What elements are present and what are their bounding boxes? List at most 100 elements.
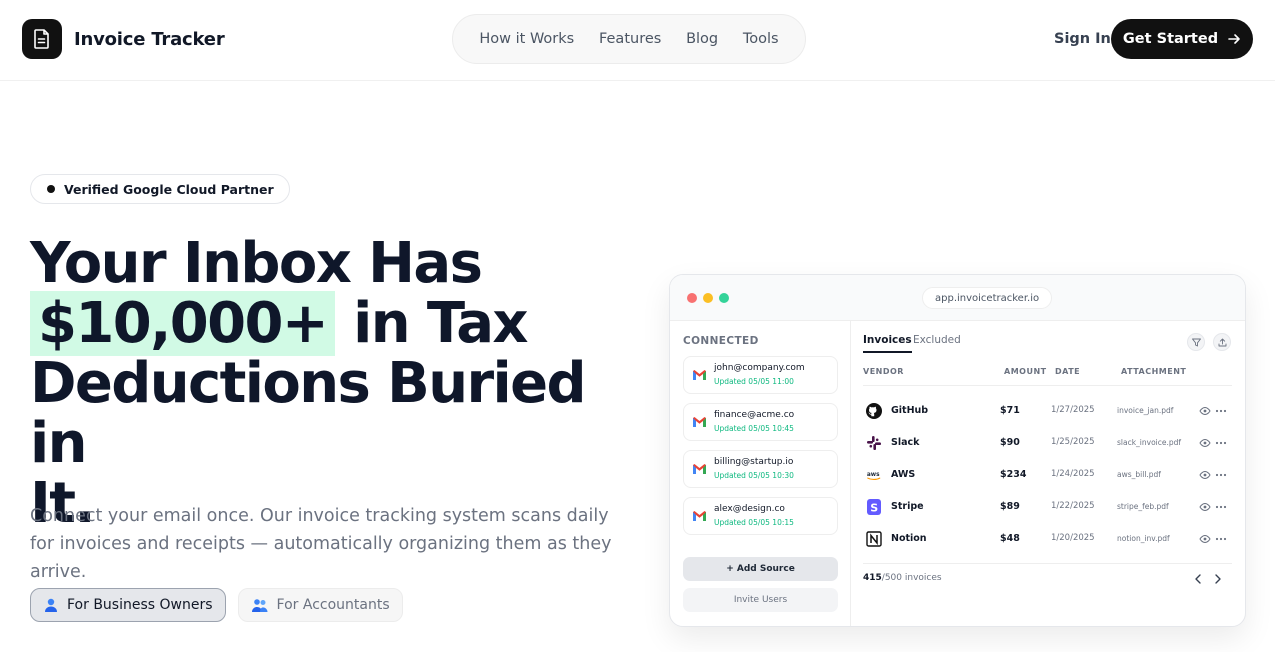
column-attachment: ATTACHMENT — [1121, 367, 1187, 376]
headline-line-1: Your Inbox Has — [30, 231, 483, 296]
table-row[interactable]: aws AWS $234 1/24/2025 aws_bill.pdf — [863, 463, 1232, 487]
person-icon — [45, 598, 57, 612]
eye-icon[interactable] — [1199, 534, 1211, 544]
vendor-name: Stripe — [891, 501, 924, 512]
tab-invoices[interactable]: Invoices — [863, 334, 912, 353]
site-header: Invoice Tracker How it Works Features Bl… — [0, 0, 1275, 81]
url-bar[interactable]: app.invoicetracker.io — [922, 287, 1053, 309]
vendor-name: Notion — [891, 533, 927, 544]
account-updated: Updated 05/05 10:30 — [714, 471, 794, 480]
get-started-button[interactable]: Get Started — [1111, 19, 1253, 59]
upload-icon — [1218, 338, 1226, 346]
nav-how-it-works[interactable]: How it Works — [479, 31, 574, 47]
more-icon[interactable] — [1215, 406, 1227, 416]
more-icon[interactable] — [1215, 438, 1227, 448]
eye-icon[interactable] — [1199, 438, 1211, 448]
document-icon — [34, 29, 49, 49]
column-vendor: VENDOR — [863, 367, 904, 376]
filter-icon — [1191, 338, 1201, 346]
tab-excluded[interactable]: Excluded — [913, 334, 961, 346]
invoice-date: 1/20/2025 — [1051, 533, 1095, 543]
chevron-right-icon[interactable] — [1213, 573, 1223, 585]
browser-bar: app.invoicetracker.io — [670, 275, 1245, 321]
invoice-amount: $89 — [1000, 501, 1020, 512]
vendor-name: GitHub — [891, 405, 929, 416]
invite-users-button[interactable]: Invite Users — [683, 588, 838, 612]
invoice-amount: $234 — [1000, 469, 1027, 480]
nav-features[interactable]: Features — [599, 31, 661, 47]
slack-icon — [866, 435, 882, 451]
attachment-link[interactable]: notion_inv.pdf — [1117, 534, 1170, 543]
connected-sidebar: CONNECTED john@company.com Updated 05/05… — [670, 321, 851, 626]
nav-blog[interactable]: Blog — [686, 31, 718, 47]
brand-name[interactable]: Invoice Tracker — [74, 29, 225, 50]
invoice-amount: $71 — [1000, 405, 1020, 416]
tab-accountants[interactable]: For Accountants — [237, 588, 403, 622]
column-amount: AMOUNT — [1004, 367, 1047, 376]
export-button[interactable] — [1213, 333, 1231, 351]
window-maximize-dot — [719, 293, 729, 303]
invoice-date: 1/25/2025 — [1051, 437, 1095, 447]
sign-in-link[interactable]: Sign In — [1054, 31, 1111, 47]
invoice-count-total: /500 invoices — [881, 573, 942, 583]
account-email: alex@design.co — [714, 504, 785, 514]
tab-business-owners-label: For Business Owners — [67, 597, 213, 613]
account-item[interactable]: finance@acme.co Updated 05/05 10:45 — [683, 403, 838, 441]
account-item[interactable]: alex@design.co Updated 05/05 10:15 — [683, 497, 838, 535]
attachment-link[interactable]: aws_bill.pdf — [1117, 470, 1161, 479]
headline-highlight: $10,000+ — [30, 291, 336, 356]
nav-tools[interactable]: Tools — [743, 31, 779, 47]
gmail-icon — [693, 464, 706, 474]
add-source-button[interactable]: + Add Source — [683, 557, 838, 581]
invoice-date: 1/24/2025 — [1051, 469, 1095, 479]
attachment-link[interactable]: stripe_feb.pdf — [1117, 502, 1169, 511]
svg-text:aws: aws — [867, 472, 880, 478]
column-date: DATE — [1055, 367, 1081, 376]
logo-icon[interactable] — [22, 19, 62, 59]
vendor-name: Slack — [891, 437, 920, 448]
arrow-right-icon — [1228, 34, 1240, 44]
more-icon[interactable] — [1215, 502, 1227, 512]
account-email: finance@acme.co — [714, 410, 795, 420]
gmail-icon — [693, 370, 706, 380]
table-row[interactable]: GitHub $71 1/27/2025 invoice_jan.pdf — [863, 399, 1232, 423]
sidebar-title: CONNECTED — [683, 335, 759, 347]
table-row[interactable]: S Stripe $89 1/22/2025 stripe_feb.pdf — [863, 495, 1232, 519]
aws-icon: aws — [866, 467, 882, 483]
account-updated: Updated 05/05 11:00 — [714, 377, 794, 386]
tab-business-owners[interactable]: For Business Owners — [30, 588, 226, 622]
badge-dot-icon — [47, 185, 55, 193]
filter-button[interactable] — [1187, 333, 1205, 351]
more-icon[interactable] — [1215, 470, 1227, 480]
invoice-count: 415/500 invoices — [863, 573, 942, 583]
svg-text:S: S — [870, 502, 878, 515]
account-updated: Updated 05/05 10:15 — [714, 518, 794, 527]
hero-subtitle: Connect your email once. Our invoice tra… — [30, 506, 612, 582]
table-row[interactable]: Slack $90 1/25/2025 slack_invoice.pdf — [863, 431, 1232, 455]
account-item[interactable]: john@company.com Updated 05/05 11:00 — [683, 356, 838, 394]
invoice-date: 1/27/2025 — [1051, 405, 1095, 415]
account-email: john@company.com — [714, 363, 805, 373]
notion-icon — [866, 531, 882, 547]
audience-tabs: For Business Owners For Accountants — [30, 588, 403, 622]
attachment-link[interactable]: invoice_jan.pdf — [1117, 406, 1173, 415]
window-close-dot — [687, 293, 697, 303]
attachment-link[interactable]: slack_invoice.pdf — [1117, 438, 1181, 447]
invoices-panel: Invoices Excluded VENDOR AMOUNT DATE ATT… — [851, 321, 1245, 626]
table-row[interactable]: Notion $48 1/20/2025 notion_inv.pdf — [863, 527, 1232, 551]
window-minimize-dot — [703, 293, 713, 303]
invoice-count-current: 415 — [863, 573, 882, 583]
invoice-date: 1/22/2025 — [1051, 501, 1095, 511]
main-nav: How it Works Features Blog Tools — [452, 14, 806, 64]
invoice-amount: $90 — [1000, 437, 1020, 448]
eye-icon[interactable] — [1199, 470, 1211, 480]
vendor-name: AWS — [891, 469, 916, 480]
more-icon[interactable] — [1215, 534, 1227, 544]
gmail-icon — [693, 417, 706, 427]
account-item[interactable]: billing@startup.io Updated 05/05 10:30 — [683, 450, 838, 488]
chevron-left-icon[interactable] — [1193, 573, 1203, 585]
header-divider — [863, 385, 1232, 386]
eye-icon[interactable] — [1199, 502, 1211, 512]
invoice-amount: $48 — [1000, 533, 1020, 544]
eye-icon[interactable] — [1199, 406, 1211, 416]
